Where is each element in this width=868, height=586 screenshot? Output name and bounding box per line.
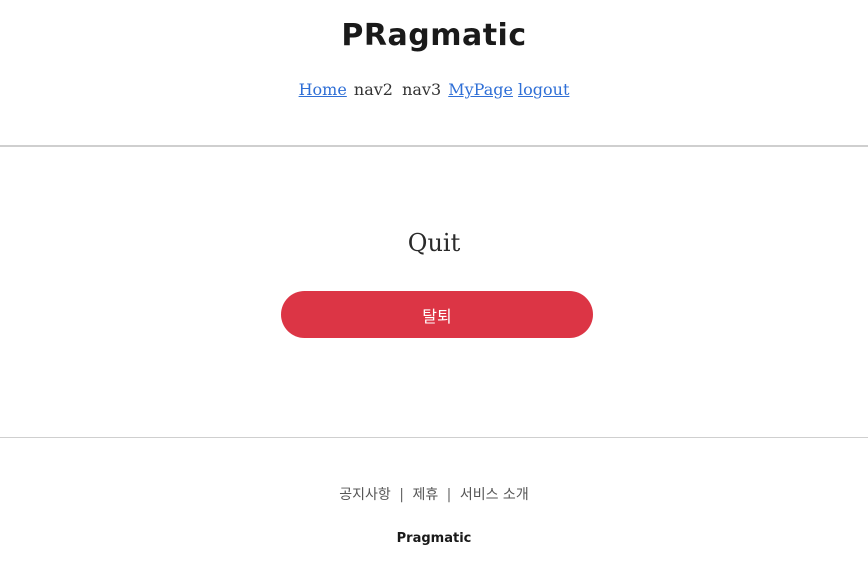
nav-item-nav3[interactable]: nav3 — [402, 80, 441, 99]
footer-links: 공지사항 | 제휴 | 서비스 소개 — [0, 484, 868, 504]
footer-brand: Pragmatic — [396, 531, 472, 546]
footer-separator: | — [399, 487, 404, 503]
page: PRagmatic Home nav2 nav3 MyPage logout Q… — [0, 0, 868, 586]
footer-about-link[interactable]: 서비스 소개 — [460, 487, 529, 503]
quit-button[interactable]: 탈퇴 — [281, 291, 593, 338]
nav-item-nav2[interactable]: nav2 — [354, 80, 393, 99]
site-logo[interactable]: PRagmatic — [0, 18, 868, 53]
footer-notice-link[interactable]: 공지사항 — [339, 487, 391, 503]
footer-partnership-link[interactable]: 제휴 — [412, 487, 438, 503]
footer: 공지사항 | 제휴 | 서비스 소개 Pragmatic — [0, 438, 868, 586]
header: PRagmatic Home nav2 nav3 MyPage logout — [0, 0, 868, 146]
main-nav: Home nav2 nav3 MyPage logout — [0, 80, 868, 99]
footer-separator: | — [446, 487, 452, 503]
nav-home-link[interactable]: Home — [299, 80, 347, 99]
nav-mypage-link[interactable]: MyPage — [448, 80, 513, 99]
page-title: Quit — [407, 229, 461, 257]
main-content: Quit 탈퇴 — [0, 147, 868, 437]
nav-logout-link[interactable]: logout — [518, 80, 569, 99]
